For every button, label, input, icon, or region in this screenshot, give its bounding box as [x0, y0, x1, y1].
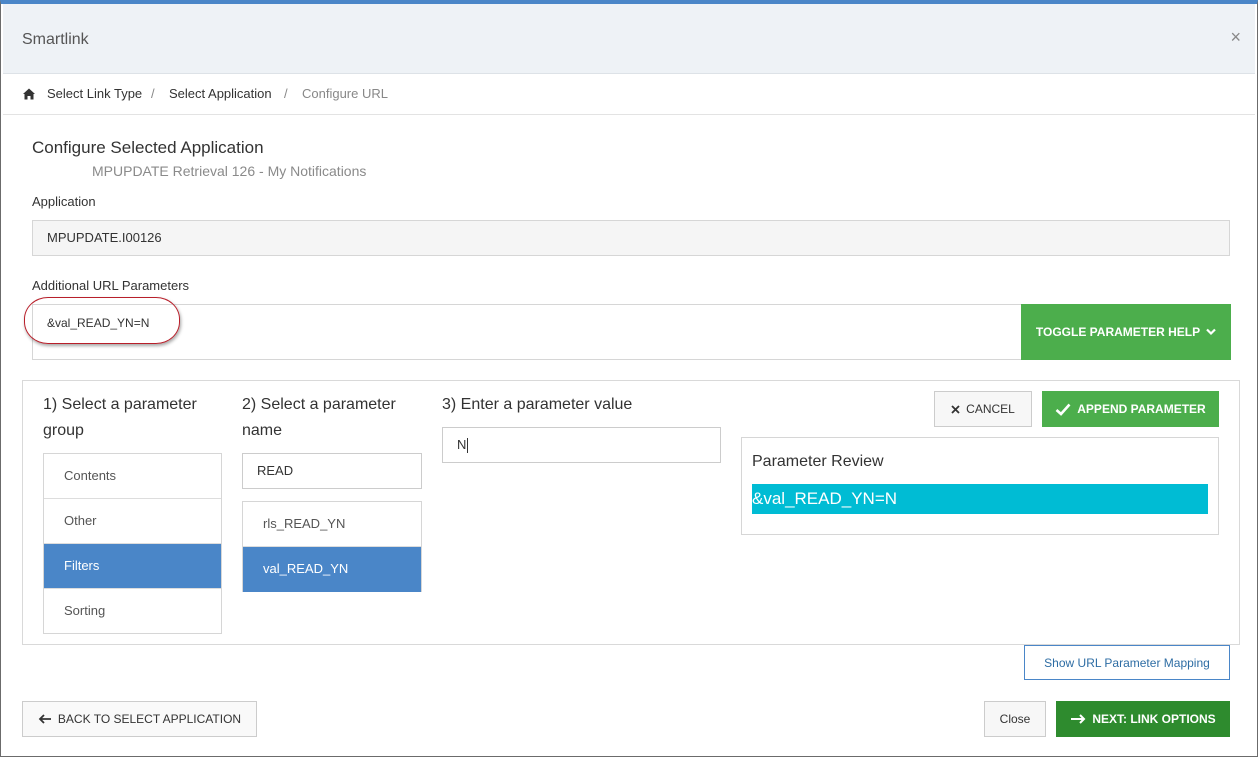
close-icon — [951, 404, 960, 414]
annotation-circle — [24, 297, 180, 344]
page-subtitle: MPUPDATE Retrieval 126 - My Notification… — [92, 163, 367, 179]
parameter-value-text: N — [457, 437, 467, 452]
append-parameter-button[interactable]: APPEND PARAMETER — [1042, 391, 1219, 427]
parameter-review-title: Parameter Review — [752, 453, 884, 470]
cancel-label: CANCEL — [966, 402, 1015, 416]
application-field[interactable]: MPUPDATE.I00126 — [32, 220, 1230, 256]
url-params-input[interactable]: &val_READ_YN=N — [32, 304, 1022, 360]
parameter-group-list: Contents Other Filters Sorting — [43, 453, 222, 634]
parameter-value-input[interactable]: N — [442, 427, 721, 463]
breadcrumb-select-link-type[interactable]: Select Link Type — [47, 86, 142, 101]
group-item-contents[interactable]: Contents — [44, 454, 221, 499]
breadcrumb-separator: / — [284, 86, 288, 101]
close-icon[interactable]: × — [1230, 28, 1241, 46]
append-parameter-label: APPEND PARAMETER — [1077, 402, 1206, 416]
group-item-filters[interactable]: Filters — [44, 544, 221, 589]
chevron-down-icon — [1206, 328, 1216, 336]
step3-label: 3) Enter a parameter value — [442, 396, 633, 413]
next-link-options-button[interactable]: NEXT: LINK OPTIONS — [1056, 701, 1230, 737]
page-title: Configure Selected Application — [32, 138, 264, 157]
home-icon[interactable] — [22, 87, 36, 101]
name-item-val-read-yn[interactable]: val_READ_YN — [243, 547, 421, 592]
parameter-name-filter-input[interactable]: READ — [242, 453, 422, 489]
back-label: BACK TO SELECT APPLICATION — [57, 712, 242, 726]
breadcrumb: Select Link Type / Select Application / … — [3, 74, 1255, 115]
toggle-parameter-help-button[interactable]: TOGGLE PARAMETER HELP — [1021, 304, 1231, 360]
cancel-button[interactable]: CANCEL — [934, 391, 1032, 427]
step1-label: 1) Select a parameter group — [43, 396, 197, 439]
toggle-parameter-help-label: TOGGLE PARAMETER HELP — [1035, 325, 1201, 339]
breadcrumb-configure-url: Configure URL — [302, 86, 388, 101]
close-button[interactable]: Close — [984, 701, 1046, 737]
arrow-right-icon — [1070, 714, 1086, 724]
application-label: Application — [32, 194, 96, 209]
arrow-left-icon — [38, 714, 52, 724]
parameter-review-value: &val_READ_YN=N — [752, 484, 1208, 514]
modal-header: Smartlink × — [3, 4, 1255, 74]
check-icon — [1055, 403, 1071, 416]
text-cursor — [467, 438, 469, 454]
show-url-parameter-mapping-button[interactable]: Show URL Parameter Mapping — [1024, 645, 1230, 680]
breadcrumb-separator: / — [151, 86, 155, 101]
next-label: NEXT: LINK OPTIONS — [1092, 712, 1216, 726]
breadcrumb-select-application[interactable]: Select Application — [169, 86, 272, 101]
name-item-rls-read-yn[interactable]: rls_READ_YN — [243, 502, 421, 547]
group-item-other[interactable]: Other — [44, 499, 221, 544]
modal-title: Smartlink — [22, 31, 89, 48]
url-params-label: Additional URL Parameters — [32, 278, 190, 293]
group-item-sorting[interactable]: Sorting — [44, 589, 221, 634]
step2-label: 2) Select a parameter name — [242, 396, 396, 439]
parameter-name-list: rls_READ_YN val_READ_YN — [242, 501, 422, 592]
back-to-select-application-button[interactable]: BACK TO SELECT APPLICATION — [22, 701, 257, 737]
parameter-review-box: Parameter Review &val_READ_YN=N — [741, 437, 1219, 535]
